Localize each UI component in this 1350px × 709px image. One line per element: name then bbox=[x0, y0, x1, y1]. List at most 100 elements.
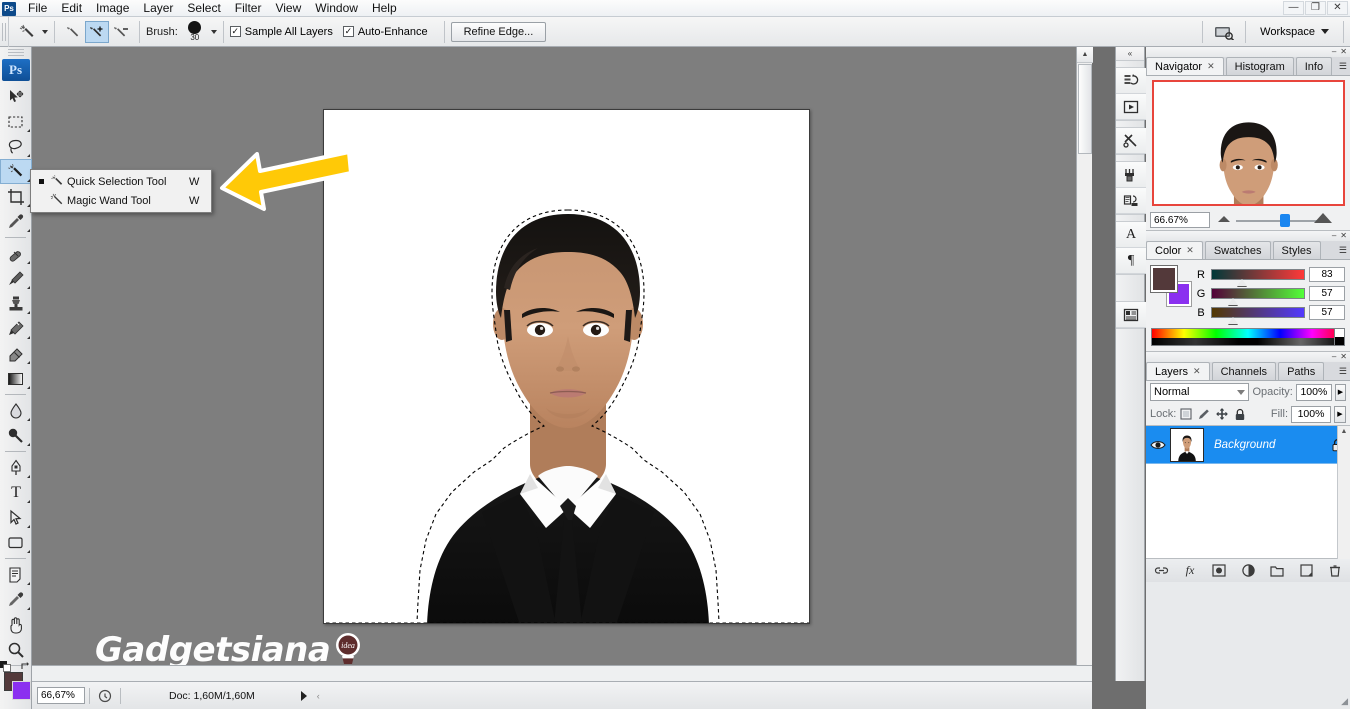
link-layers-icon[interactable] bbox=[1153, 563, 1169, 579]
restore-button[interactable]: ❐ bbox=[1305, 1, 1326, 15]
close-button[interactable]: ✕ bbox=[1327, 1, 1348, 15]
minimize-button[interactable]: — bbox=[1283, 1, 1304, 15]
canvas-vertical-scrollbar[interactable]: ▲ bbox=[1076, 47, 1093, 665]
lock-image-pixels-icon[interactable] bbox=[1197, 408, 1210, 421]
channel-r-thumb[interactable] bbox=[1237, 279, 1248, 286]
lock-position-icon[interactable] bbox=[1215, 408, 1228, 421]
notes-tool-button[interactable] bbox=[0, 562, 32, 587]
color-foreground-swatch[interactable] bbox=[1150, 265, 1178, 293]
new-group-icon[interactable] bbox=[1269, 563, 1285, 579]
new-adjustment-layer-icon[interactable] bbox=[1240, 563, 1256, 579]
spot-healing-brush-tool-button[interactable] bbox=[0, 241, 32, 266]
history-panel-icon[interactable] bbox=[1116, 68, 1146, 94]
menu-window[interactable]: Window bbox=[308, 0, 365, 17]
color-sampler-tool-button[interactable] bbox=[0, 587, 32, 612]
tab-histogram[interactable]: Histogram bbox=[1225, 57, 1294, 75]
scroll-up-icon[interactable]: ▲ bbox=[1077, 47, 1093, 63]
lock-transparent-pixels-icon[interactable] bbox=[1179, 408, 1192, 421]
path-selection-tool-button[interactable] bbox=[0, 505, 32, 530]
bridge-launch-icon[interactable] bbox=[1209, 24, 1239, 40]
menu-image[interactable]: Image bbox=[89, 0, 136, 17]
layer-comps-panel-icon[interactable] bbox=[1116, 302, 1146, 328]
crop-tool-button[interactable] bbox=[0, 184, 32, 209]
eraser-tool-button[interactable] bbox=[0, 341, 32, 366]
zoom-out-icon[interactable] bbox=[1218, 216, 1230, 222]
document-canvas[interactable] bbox=[323, 109, 810, 624]
channel-b-thumb[interactable] bbox=[1228, 317, 1239, 324]
navigator-zoom-field[interactable]: 66.67% bbox=[1150, 212, 1210, 228]
zoom-in-icon[interactable] bbox=[1314, 213, 1332, 223]
refine-edge-button[interactable]: Refine Edge... bbox=[450, 21, 547, 42]
eyedropper-tool-button[interactable] bbox=[0, 209, 32, 234]
sample-all-layers-checkbox[interactable]: ✓ Sample All Layers bbox=[229, 26, 333, 38]
add-layer-mask-icon[interactable] bbox=[1211, 563, 1227, 579]
panel-resize-grip[interactable]: ◢ bbox=[1341, 696, 1348, 707]
layers-close-icon[interactable]: ✕ bbox=[1340, 353, 1347, 361]
spectrum-white-black-swatch[interactable] bbox=[1334, 329, 1344, 345]
channel-g-thumb[interactable] bbox=[1228, 298, 1239, 305]
tab-channels[interactable]: Channels bbox=[1211, 362, 1277, 380]
layer-style-fx-icon[interactable]: fx bbox=[1182, 563, 1198, 579]
tool-presets-panel-icon[interactable] bbox=[1116, 128, 1146, 154]
menu-select[interactable]: Select bbox=[180, 0, 227, 17]
default-colors-icon[interactable] bbox=[0, 661, 11, 672]
brush-size-preview[interactable]: 30 bbox=[182, 21, 208, 42]
opacity-value[interactable]: 100% bbox=[1295, 383, 1332, 401]
move-tool-button[interactable] bbox=[0, 84, 32, 109]
lasso-tool-button[interactable] bbox=[0, 134, 32, 159]
menu-file[interactable]: File bbox=[21, 0, 54, 17]
zoom-tool-button[interactable] bbox=[0, 637, 32, 662]
menu-view[interactable]: View bbox=[268, 0, 308, 17]
gradient-tool-button[interactable] bbox=[0, 366, 32, 391]
lock-all-icon[interactable] bbox=[1233, 408, 1246, 421]
workspace-button[interactable]: Workspace bbox=[1252, 17, 1337, 47]
tab-styles[interactable]: Styles bbox=[1272, 241, 1321, 259]
clone-stamp-tool-button[interactable] bbox=[0, 291, 32, 316]
rectangular-marquee-tool-button[interactable] bbox=[0, 109, 32, 134]
status-menu-arrow-icon[interactable] bbox=[300, 690, 307, 701]
layer-scroll-up-icon[interactable]: ▲ bbox=[1338, 426, 1350, 435]
fill-stepper-icon[interactable]: ▶ bbox=[1334, 405, 1346, 423]
color-spectrum-ramp[interactable] bbox=[1151, 328, 1345, 346]
channel-g-track[interactable] bbox=[1211, 288, 1305, 305]
status-zoom-field[interactable]: 66,67% bbox=[37, 687, 85, 704]
color-minimize-icon[interactable]: – bbox=[1332, 232, 1336, 240]
pen-tool-button[interactable] bbox=[0, 455, 32, 480]
background-color-swatch[interactable] bbox=[12, 681, 31, 700]
flyout-item-quick-selection-tool[interactable]: Quick Selection Tool W bbox=[31, 172, 211, 191]
delete-layer-icon[interactable] bbox=[1327, 563, 1343, 579]
zoom-slider-thumb[interactable] bbox=[1280, 214, 1290, 227]
new-selection-button[interactable] bbox=[61, 21, 85, 43]
quick-selection-tool-button[interactable] bbox=[0, 159, 32, 184]
navigator-minimize-icon[interactable]: – bbox=[1332, 48, 1336, 56]
layers-panel-menu-icon[interactable]: ☰ bbox=[1339, 366, 1347, 377]
layer-thumbnail[interactable] bbox=[1170, 427, 1204, 462]
menu-edit[interactable]: Edit bbox=[54, 0, 89, 17]
brush-tool-button[interactable] bbox=[0, 266, 32, 291]
tab-color[interactable]: Color ✕ bbox=[1146, 241, 1203, 259]
menu-filter[interactable]: Filter bbox=[228, 0, 269, 17]
layer-name-label[interactable]: Background bbox=[1204, 439, 1324, 451]
navigator-thumbnail[interactable] bbox=[1151, 80, 1345, 206]
character-panel-icon[interactable]: A bbox=[1116, 222, 1146, 248]
menu-help[interactable]: Help bbox=[365, 0, 404, 17]
layer-visibility-eye-icon[interactable] bbox=[1146, 439, 1170, 451]
channel-r-track[interactable] bbox=[1211, 269, 1305, 286]
options-bar-grip[interactable] bbox=[0, 16, 9, 47]
navigator-panel-menu-icon[interactable]: ☰ bbox=[1339, 61, 1347, 72]
new-layer-icon[interactable] bbox=[1298, 563, 1314, 579]
channel-b-value[interactable]: 57 bbox=[1309, 305, 1345, 320]
blend-mode-select[interactable]: Normal bbox=[1150, 383, 1250, 401]
tab-color-close-icon[interactable]: ✕ bbox=[1186, 245, 1194, 256]
subtract-from-selection-button[interactable] bbox=[109, 21, 133, 43]
actions-panel-icon[interactable] bbox=[1116, 94, 1146, 120]
navigator-close-icon[interactable]: ✕ bbox=[1340, 48, 1347, 56]
color-close-icon[interactable]: ✕ bbox=[1340, 232, 1347, 240]
layer-row-background[interactable]: Background bbox=[1146, 426, 1350, 464]
flyout-item-magic-wand-tool[interactable]: Magic Wand Tool W bbox=[31, 191, 211, 210]
status-resize-grip[interactable]: ‹ bbox=[317, 691, 320, 701]
canvas-area[interactable]: Gadgetsiana idea ▲ bbox=[32, 47, 1093, 681]
canvas-horizontal-scrollbar[interactable] bbox=[32, 665, 1092, 681]
horizontal-type-tool-button[interactable]: T bbox=[0, 480, 32, 505]
tab-layers-close-icon[interactable]: ✕ bbox=[1193, 366, 1201, 377]
